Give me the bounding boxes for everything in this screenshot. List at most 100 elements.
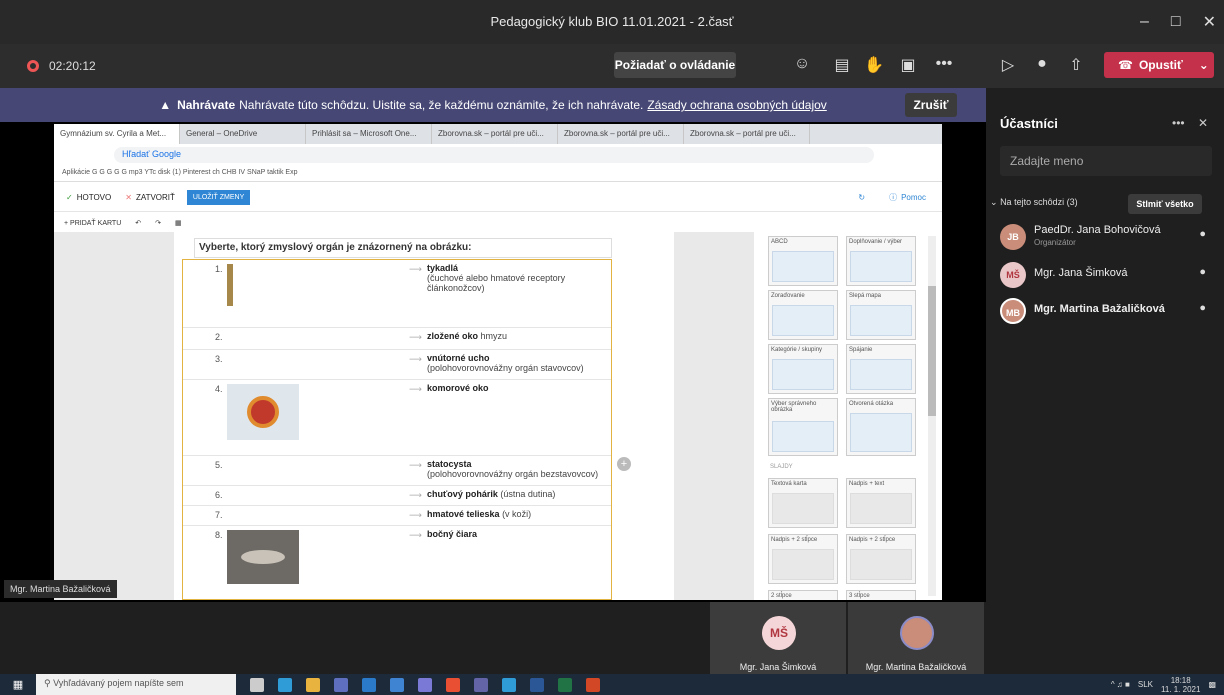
template-tile[interactable]: Zoraďovanie <box>768 290 838 340</box>
template-tile[interactable]: ABCD <box>768 236 838 286</box>
browser-tab[interactable]: Prihlásit sa – Microsoft One... <box>306 124 432 144</box>
browser-tab[interactable]: Gymnázium sv. Cyrila a Met... <box>54 124 180 144</box>
participant-row[interactable]: MB Mgr. Martina Bažaličková ● <box>1000 294 1212 330</box>
section-header[interactable]: ⌄ Na tejto schôdzi (3) <box>990 197 1078 208</box>
video-tile[interactable]: Mgr. Martina Bažaličková <box>848 602 984 674</box>
browser-tab[interactable]: Zborovna.sk – portál pre uči... <box>684 124 810 144</box>
template-label: Spájanie <box>849 347 873 353</box>
mute-all-button[interactable]: Stlmiť všetko <box>1128 194 1202 214</box>
participants-icon[interactable]: ☺ <box>790 55 814 73</box>
template-tile[interactable]: Výber správneho obrázka <box>768 398 838 456</box>
save-button[interactable]: ULOŽIŤ ZMENY <box>186 190 251 205</box>
chevron-down-icon[interactable]: ⌄ <box>1199 58 1209 72</box>
request-control-button[interactable]: Požiadať o ovládanie <box>614 52 736 78</box>
list-item[interactable]: 7. ⟶ hmatové telieska (v koži) <box>183 506 611 526</box>
avatar <box>900 616 934 650</box>
app-icon[interactable] <box>418 677 432 692</box>
arrow-icon: ⟶ <box>409 384 422 394</box>
list-item[interactable]: 1. ⟶ tykadlá (čuchové alebo hmatové recep… <box>183 260 611 328</box>
question-text[interactable]: Vyberte, ktorý zmyslový orgán je znázorn… <box>194 238 612 258</box>
template-scrollbar[interactable] <box>928 236 936 596</box>
chat-icon[interactable]: ▤ <box>830 55 854 75</box>
camera-off-icon[interactable]: ▷ <box>996 55 1020 75</box>
taskbar-search[interactable]: ⚲ Vyhľadávaný pojem napíšte sem <box>36 674 236 695</box>
edge-icon[interactable] <box>278 677 292 692</box>
template-label: Doplňovanie / výber <box>849 239 903 245</box>
template-tile[interactable]: 3 stĺpce <box>846 590 916 600</box>
more-actions-icon[interactable]: ••• <box>932 55 956 73</box>
help-button[interactable]: Pomoc <box>901 193 926 202</box>
undo-icon[interactable]: ↶ <box>135 219 141 227</box>
add-card-button[interactable]: + PRIDAŤ KARTU <box>64 220 121 227</box>
template-tile[interactable]: Doplňovanie / výber <box>846 236 916 286</box>
address-input[interactable]: Hľadať Google <box>114 147 874 163</box>
minimize-icon[interactable]: – <box>1140 13 1149 31</box>
help-icon[interactable]: ⓘ <box>889 192 897 203</box>
browser-tab[interactable]: Zborovna.sk – portál pre uči... <box>432 124 558 144</box>
row-desc: (ústna dutina) <box>500 489 556 499</box>
close-icon[interactable]: ✕ <box>1198 116 1208 130</box>
chrome-icon[interactable] <box>446 677 460 692</box>
dismiss-button[interactable]: Zrušiť <box>905 93 957 117</box>
list-item[interactable]: 4. ⟶ komorové oko <box>183 380 611 456</box>
video-tile[interactable]: MŠ Mgr. Jana Šimková <box>710 602 846 674</box>
leave-button[interactable]: ☎ Opustiť ⌄ <box>1104 52 1214 78</box>
list-item[interactable]: 8. ⟶ bočný čiara <box>183 526 611 600</box>
explorer-icon[interactable] <box>306 677 320 692</box>
store-icon[interactable] <box>334 677 348 692</box>
eye-image <box>227 384 299 440</box>
template-label: ABCD <box>771 239 788 245</box>
bookmarks-bar[interactable]: Aplikácie G G G G G mp3 YTc disk (1) Pin… <box>54 166 942 182</box>
search-input[interactable]: Zadajte meno <box>1000 146 1212 176</box>
notification-icon[interactable]: ▩ <box>1208 680 1216 689</box>
share-screen-icon[interactable]: ⇧ <box>1064 55 1088 75</box>
task-view-icon[interactable] <box>250 677 264 692</box>
add-row-icon[interactable]: + <box>617 457 631 471</box>
microphone-icon[interactable]: ● <box>1030 55 1054 73</box>
template-tile[interactable]: Textová karta <box>768 478 838 528</box>
app-icon[interactable] <box>502 677 516 692</box>
template-tile[interactable]: Kategórie / skupiny <box>768 344 838 394</box>
template-tile[interactable]: Nadpis + 2 stĺpce <box>846 534 916 584</box>
template-tile[interactable]: Nadpis + text <box>846 478 916 528</box>
raise-hand-icon[interactable]: ✋ <box>862 55 886 75</box>
done-button[interactable]: HOTOVO <box>77 193 112 202</box>
participant-row[interactable]: JB PaedDr. Jana Bohovičová Organizátor ● <box>1000 220 1212 256</box>
excel-icon[interactable] <box>558 677 572 692</box>
template-tile[interactable]: Spájanie <box>846 344 916 394</box>
clock-date: 11. 1. 2021 <box>1160 684 1201 694</box>
mail-icon[interactable] <box>362 677 376 692</box>
tray-icons[interactable]: ^ ♫ ■ <box>1111 680 1130 689</box>
list-item[interactable]: 6. ⟶ chuťový pohárik (ústna dutina) <box>183 486 611 506</box>
template-tile[interactable]: 2 stĺpce <box>768 590 838 600</box>
more-icon[interactable]: ••• <box>1172 116 1185 130</box>
row-term: tykadlá <box>427 263 459 273</box>
browser-tab[interactable]: Zborovna.sk – portál pre uči... <box>558 124 684 144</box>
close-button[interactable]: ZATVORIŤ <box>136 193 175 202</box>
close-icon[interactable]: ✕ <box>1203 12 1216 32</box>
copy-icon[interactable]: ▦ <box>175 219 182 227</box>
redo-icon[interactable]: ↷ <box>155 219 161 227</box>
undo-icon[interactable]: ↻ <box>858 193 865 202</box>
browser-tab[interactable]: General – OneDrive <box>180 124 306 144</box>
teams-icon[interactable] <box>474 677 488 692</box>
participant-name: PaedDr. Jana Bohovičová <box>1034 224 1161 236</box>
language-indicator[interactable]: SLK <box>1138 680 1153 689</box>
template-tile[interactable]: Otvorená otázka <box>846 398 916 456</box>
microphone-icon: ● <box>1199 266 1206 278</box>
privacy-link[interactable]: Zásady ochrana osobných údajov <box>647 98 826 112</box>
participant-row[interactable]: MŠ Mgr. Jana Šimková ● <box>1000 258 1212 294</box>
maximize-icon[interactable]: □ <box>1171 13 1181 31</box>
photos-icon[interactable] <box>390 677 404 692</box>
word-icon[interactable] <box>530 677 544 692</box>
list-item[interactable]: 5. ⟶ statocysta (polohovorovnovážny orgán… <box>183 456 611 486</box>
template-tile[interactable]: Nadpis + 2 stĺpce <box>768 534 838 584</box>
powerpoint-icon[interactable] <box>586 677 600 692</box>
list-item[interactable]: 2. ⟶ zložené oko hmyzu <box>183 328 611 350</box>
list-item[interactable]: 3. ⟶ vnútorné ucho (polohovorovnovážny or… <box>183 350 611 380</box>
rooms-icon[interactable]: ▣ <box>896 55 920 75</box>
clock[interactable]: 18:18 11. 1. 2021 <box>1161 676 1200 694</box>
row-number: 5. <box>215 460 223 470</box>
template-tile[interactable]: Slepá mapa <box>846 290 916 340</box>
windows-start-icon[interactable]: ▦ <box>0 678 36 691</box>
